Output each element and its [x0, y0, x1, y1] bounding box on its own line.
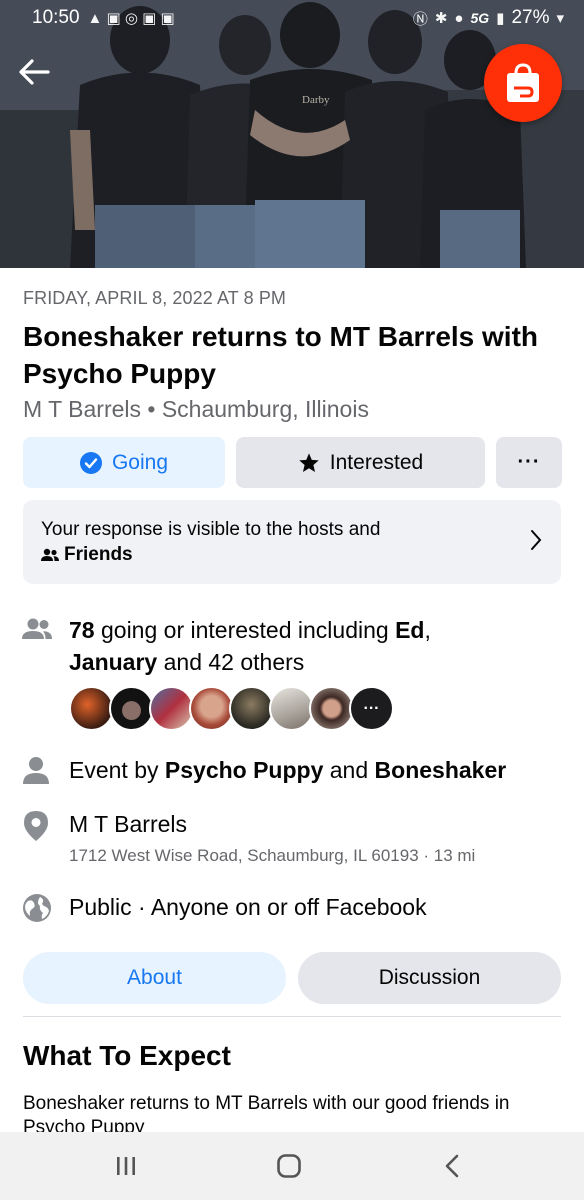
host-psycho-puppy[interactable]: Psycho Puppy [165, 757, 323, 783]
attendance-text-b: , [424, 617, 431, 643]
interested-button[interactable]: Interested [236, 437, 485, 488]
attendance-count: 78 [69, 617, 95, 643]
avatar [229, 686, 274, 731]
bluetooth-icon: ✱ [434, 10, 448, 27]
band-photo: Darby [0, 0, 584, 268]
more-attendees-icon: ··· [363, 699, 380, 717]
host-boneshaker[interactable]: Boneshaker [375, 757, 507, 783]
avatar [269, 686, 314, 731]
tab-about[interactable]: About [23, 952, 286, 1004]
recent-apps-button[interactable] [106, 1150, 146, 1182]
back-button[interactable] [14, 52, 54, 92]
recent-apps-icon [117, 1157, 135, 1175]
tab-discussion[interactable]: Discussion [298, 952, 561, 1004]
attendee-name-1[interactable]: Ed [395, 617, 424, 643]
notice-text: Your response is visible to the hosts an… [41, 519, 381, 540]
battery-icon: ▾ [556, 10, 564, 27]
network-indicator: 5G [470, 10, 490, 26]
back-nav-button[interactable] [432, 1150, 472, 1182]
avatar [309, 686, 354, 731]
check-circle-icon [79, 451, 102, 474]
notification-icons: ▲ ▣ ◎ ▣ ▣ [87, 10, 175, 27]
location-status-icon: ● [454, 9, 464, 27]
home-button[interactable] [269, 1150, 309, 1182]
avatar [69, 686, 114, 731]
back-arrow-icon [19, 59, 50, 85]
about-heading: What To Expect [23, 1040, 231, 1071]
shop-button[interactable] [484, 44, 562, 122]
attendance-text-a: going or interested including [94, 617, 396, 643]
person-icon [23, 757, 49, 784]
event-venue-line[interactable]: M T Barrels • Schaumburg, Illinois [23, 396, 369, 423]
signal-icon: ▮ [496, 10, 505, 27]
event-details: FRIDAY, APRIL 8, 2022 AT 8 PM Boneshaker… [0, 268, 584, 1132]
status-time: 10:50 [32, 7, 80, 28]
location-address: 1712 West Wise Road, Schaumburg, IL 6019… [69, 846, 476, 865]
event-date: FRIDAY, APRIL 8, 2022 AT 8 PM [23, 288, 287, 308]
divider [23, 1016, 561, 1017]
event-cover-photo: Darby 10:50 ▲ ▣ ◎ ▣ ▣ Ⓝ ✱ ● 5G ▮ 27% ▾ [0, 0, 584, 268]
home-icon [277, 1154, 301, 1178]
shirt-logo-text: Darby [302, 94, 330, 106]
going-label: Going [111, 450, 169, 474]
more-options-button[interactable]: ··· [496, 437, 562, 488]
status-bar: 10:50 ▲ ▣ ◎ ▣ ▣ Ⓝ ✱ ● 5G ▮ 27% ▾ [0, 0, 584, 36]
location-pin-icon [24, 811, 48, 841]
system-navigation-bar [0, 1132, 584, 1200]
notice-audience: Friends [64, 544, 133, 565]
avatar [149, 686, 194, 731]
shopping-bag-icon [507, 63, 539, 102]
attendance-text-c: and 42 others [157, 649, 305, 675]
attendance-summary: 78 going or interested including Ed, Jan… [69, 614, 539, 678]
event-title: Boneshaker returns to MT Barrels with Ps… [23, 321, 539, 389]
going-button[interactable]: Going [23, 437, 225, 488]
friends-icon [41, 548, 59, 561]
battery-level: 27% [511, 7, 550, 28]
about-description: Boneshaker returns to MT Barrels with ou… [23, 1093, 510, 1132]
tab-about-label: About [127, 966, 182, 989]
people-icon [22, 618, 52, 639]
globe-icon [23, 894, 51, 922]
back-chevron-icon [445, 1154, 459, 1178]
hosts-prefix: Event by [69, 757, 165, 783]
avatar [189, 686, 234, 731]
response-visibility-notice[interactable]: Your response is visible to the hosts an… [23, 500, 561, 584]
tab-discussion-label: Discussion [378, 966, 481, 989]
attendee-name-2[interactable]: January [69, 649, 157, 675]
hosts-text: Event by Psycho Puppy and Boneshaker [69, 754, 506, 786]
hosts-joiner: and [323, 757, 375, 783]
interested-label: Interested [329, 450, 424, 474]
more-attendees-avatar[interactable]: ··· [349, 686, 394, 731]
star-icon [299, 452, 319, 472]
nfc-icon: Ⓝ [412, 10, 428, 28]
avatar [109, 686, 154, 731]
location-name[interactable]: M T Barrels [69, 808, 187, 840]
privacy-text: Public · Anyone on or off Facebook [69, 894, 427, 920]
more-options-icon: ··· [517, 451, 541, 473]
chevron-right-icon [531, 530, 542, 550]
